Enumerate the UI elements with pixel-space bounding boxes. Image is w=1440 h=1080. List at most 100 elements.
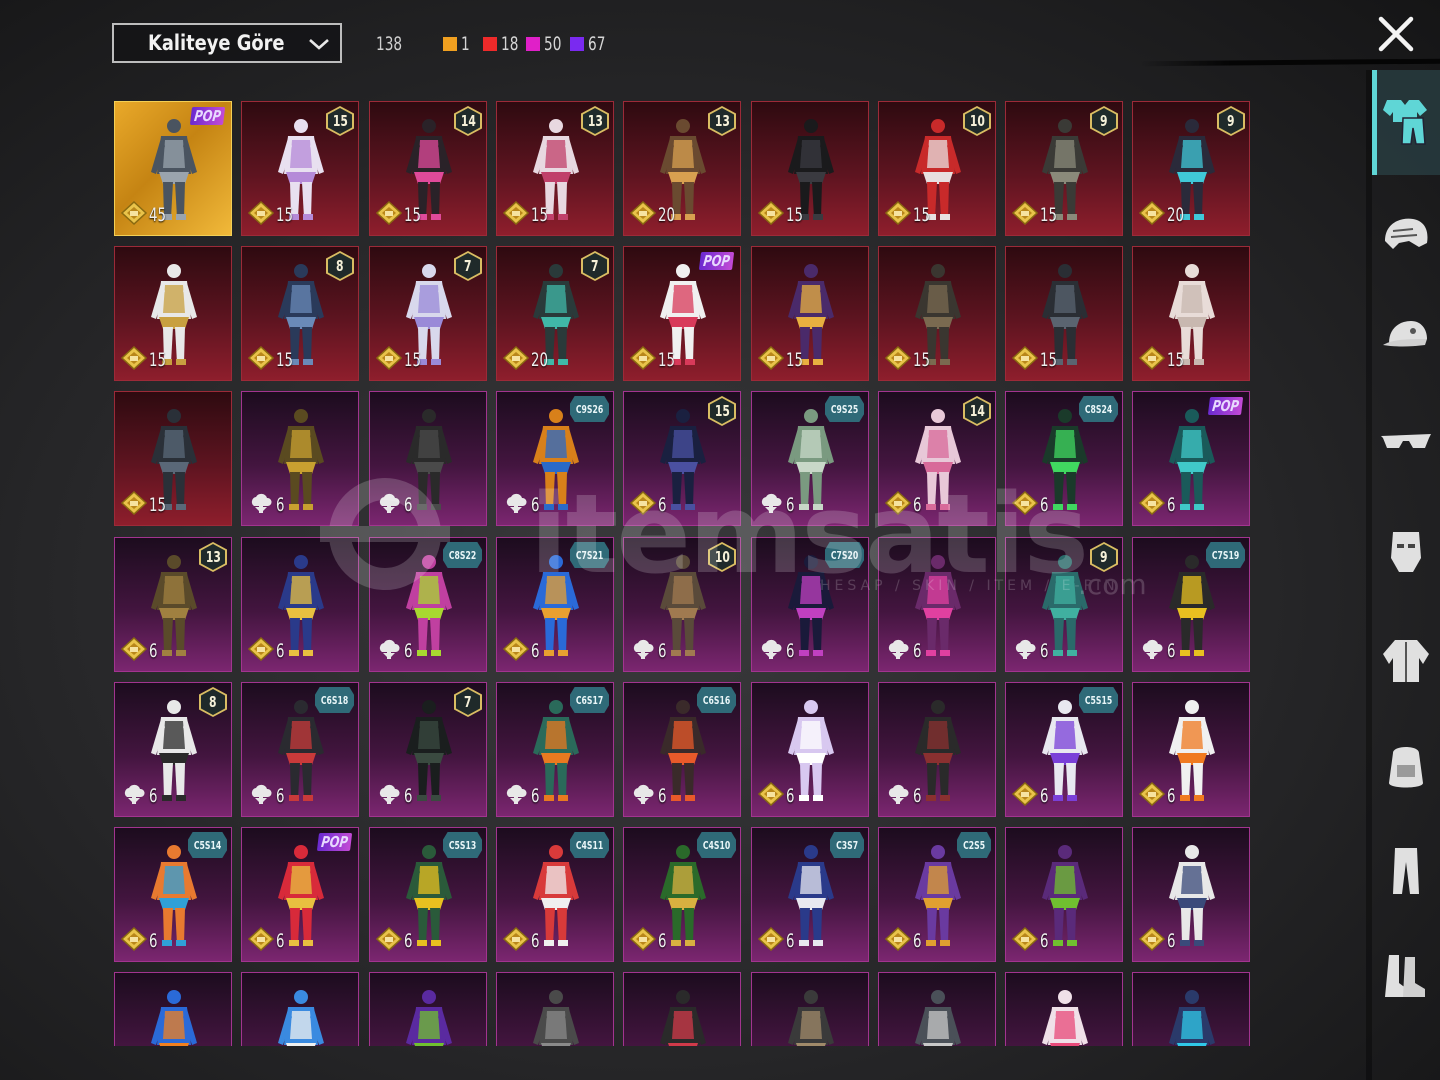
outfit-card[interactable]: 15 <box>878 246 996 381</box>
level-badge: 8 <box>326 251 354 281</box>
sidebar-item-outfit[interactable] <box>1372 70 1440 175</box>
outfit-card[interactable]: 14 6 <box>878 391 996 526</box>
item-cost: 6 <box>120 926 160 955</box>
outfit-card[interactable]: C7S19 6 <box>1132 537 1250 672</box>
outfit-card[interactable]: C6S16 6 <box>623 682 741 817</box>
outfit-card[interactable]: 7 20 <box>496 246 614 381</box>
outfit-card[interactable]: C4S11 6 <box>496 827 614 962</box>
outfit-card[interactable]: POP 45 <box>114 101 232 236</box>
season-badge: C5S13 <box>442 832 482 858</box>
outfit-card[interactable]: C5S14 6 <box>114 827 232 962</box>
outfit-card[interactable]: 8 15 <box>241 246 359 381</box>
outfit-card[interactable]: 15 <box>751 101 869 236</box>
sidebar-item-cap[interactable] <box>1372 285 1440 390</box>
item-cost: 15 <box>247 200 298 229</box>
outfit-card[interactable]: 14 15 <box>369 101 487 236</box>
outfit-card[interactable]: 6 <box>878 682 996 817</box>
pants-icon <box>1379 844 1433 902</box>
outfit-card[interactable]: C6S17 6 <box>496 682 614 817</box>
outfit-card[interactable]: POP 6 <box>1132 391 1250 526</box>
cost-value: 6 <box>404 494 413 516</box>
level-badge: 15 <box>326 106 354 136</box>
sidebar-item-shoes[interactable] <box>1372 925 1440 1030</box>
gold-coin-icon <box>1138 926 1166 955</box>
item-cost: 15 <box>884 200 935 229</box>
cloud-download-icon <box>758 637 784 665</box>
jacket-icon <box>1379 634 1433 692</box>
outfit-card[interactable]: 9 15 <box>1005 101 1123 236</box>
cost-value: 6 <box>1040 930 1049 952</box>
outfit-card[interactable] <box>623 972 741 1046</box>
outfit-card[interactable] <box>878 972 996 1046</box>
outfit-card[interactable] <box>114 972 232 1046</box>
outfit-card[interactable]: 15 <box>1132 246 1250 381</box>
pop-badge-icon: POP <box>189 107 226 125</box>
cost-value: 15 <box>276 349 293 371</box>
gold-coin-icon <box>629 926 657 955</box>
outfit-card[interactable]: 6 <box>241 537 359 672</box>
outfit-card[interactable]: 6 <box>1132 682 1250 817</box>
season-badge: C4S10 <box>696 832 736 858</box>
outfit-card[interactable]: 96 <box>1005 537 1123 672</box>
sidebar-item-mask[interactable] <box>1372 500 1440 605</box>
outfit-card[interactable]: C7S20 6 <box>751 537 869 672</box>
outfit-card[interactable]: C8S22 6 <box>369 537 487 672</box>
outfit-card[interactable]: 9 20 <box>1132 101 1250 236</box>
outfit-card[interactable]: C8S24 6 <box>1005 391 1123 526</box>
sidebar-item-pants[interactable] <box>1372 820 1440 925</box>
outfit-card[interactable]: C6S18 6 <box>241 682 359 817</box>
outfit-card[interactable]: 15 6 <box>623 391 741 526</box>
outfit-card[interactable] <box>496 972 614 1046</box>
outfit-card[interactable]: POP 15 <box>623 246 741 381</box>
level-badge: 10 <box>708 542 736 572</box>
gold-coin-icon <box>247 926 275 955</box>
outfit-card[interactable]: 13 6 <box>114 537 232 672</box>
outfit-card[interactable]: 15 <box>751 246 869 381</box>
cost-value: 6 <box>658 930 667 952</box>
outfit-card[interactable]: 15 <box>114 391 232 526</box>
outfit-card[interactable] <box>1132 972 1250 1046</box>
outfit-card[interactable]: 15 <box>1005 246 1123 381</box>
outfit-card[interactable] <box>751 972 869 1046</box>
outfit-card[interactable]: 10 15 <box>878 101 996 236</box>
outfit-card[interactable]: C2S5 6 <box>878 827 996 962</box>
outfit-card[interactable] <box>241 972 359 1046</box>
outfit-card[interactable]: 76 <box>369 682 487 817</box>
outfit-card[interactable]: C7S21 6 <box>496 537 614 672</box>
outfit-card[interactable]: POP 6 <box>241 827 359 962</box>
quality-count-value: 1 <box>460 33 470 55</box>
gold-coin-icon <box>884 200 912 229</box>
outfit-card[interactable]: 6 <box>751 682 869 817</box>
outfit-figure-icon <box>648 985 718 1046</box>
outfit-card[interactable]: 13 15 <box>496 101 614 236</box>
outfit-card[interactable]: 6 <box>878 537 996 672</box>
sidebar-item-helmet[interactable] <box>1372 185 1440 290</box>
outfit-card[interactable]: C5S15 6 <box>1005 682 1123 817</box>
outfit-card[interactable]: 13 20 <box>623 101 741 236</box>
outfit-card[interactable]: 6 <box>369 391 487 526</box>
sidebar-item-glasses[interactable] <box>1372 390 1440 495</box>
outfit-card[interactable]: 7 15 <box>369 246 487 381</box>
sidebar-item-jacket[interactable] <box>1372 610 1440 715</box>
outfit-card[interactable]: C5S13 6 <box>369 827 487 962</box>
outfit-card[interactable]: C3S7 6 <box>751 827 869 962</box>
outfit-card[interactable] <box>369 972 487 1046</box>
level-badge: 13 <box>581 106 609 136</box>
close-icon[interactable] <box>1376 14 1416 54</box>
outfit-card[interactable]: 6 <box>1005 827 1123 962</box>
outfit-card[interactable]: 86 <box>114 682 232 817</box>
cloud-download-icon <box>885 637 911 665</box>
sort-dropdown[interactable]: Kaliteye Göre <box>112 23 342 63</box>
outfit-card[interactable]: 6 <box>241 391 359 526</box>
outfit-card[interactable]: C9S26 6 <box>496 391 614 526</box>
outfit-card[interactable]: 15 15 <box>241 101 359 236</box>
outfit-card[interactable] <box>1005 972 1123 1046</box>
outfit-card[interactable]: C9S25 6 <box>751 391 869 526</box>
outfit-card[interactable]: C4S10 6 <box>623 827 741 962</box>
outfit-card[interactable]: 6 <box>1132 827 1250 962</box>
outfit-card[interactable]: 10 6 <box>623 537 741 672</box>
item-cost: 20 <box>502 345 553 374</box>
outfit-card[interactable]: 15 <box>114 246 232 381</box>
season-badge: C7S20 <box>824 542 864 568</box>
sidebar-item-backpack[interactable] <box>1372 715 1440 820</box>
